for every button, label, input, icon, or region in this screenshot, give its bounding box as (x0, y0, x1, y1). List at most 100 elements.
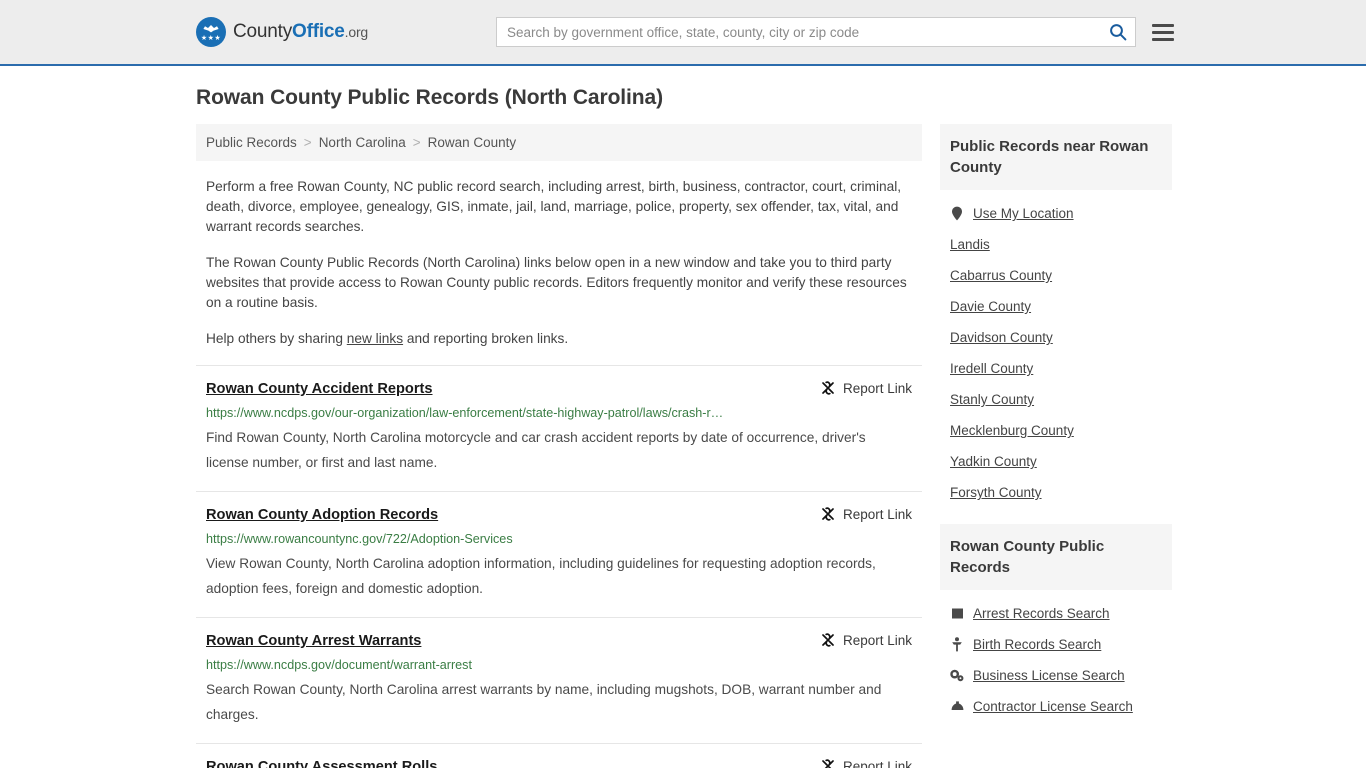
site-logo[interactable]: ★★★ CountyOffice.org (196, 17, 368, 47)
result-header: Rowan County Adoption Records Report Link (206, 506, 912, 525)
nearby-record-link[interactable]: Cabarrus County (950, 260, 1162, 291)
search-button[interactable] (1101, 18, 1135, 46)
nearby-record-label: Cabarrus County (950, 268, 1053, 283)
result-item: Rowan County Arrest Warrants Report Link h… (196, 617, 922, 743)
intro-p3-after: and reporting broken links. (403, 331, 569, 346)
nearby-record-label: Yadkin County (950, 454, 1037, 469)
nearby-record-label: Use My Location (973, 206, 1074, 221)
cogs-icon (950, 669, 964, 682)
nearby-records-list: Use My Location Landis Cabarrus County Davi… (940, 190, 1172, 508)
breadcrumb-item-rowan-county: Rowan County (427, 135, 517, 150)
page-title: Rowan County Public Records (North Carol… (196, 86, 663, 109)
results-list: Rowan County Accident Reports Report Link… (196, 365, 922, 768)
broken-link-icon (822, 759, 834, 768)
breadcrumb-separator: > (303, 135, 312, 150)
site-header: ★★★ CountyOffice.org (0, 0, 1366, 66)
broken-link-icon (822, 381, 834, 395)
nearby-record-link[interactable]: Davidson County (950, 322, 1162, 353)
search-bar (496, 17, 1136, 47)
county-record-link[interactable]: Business License Search (950, 660, 1162, 691)
result-item: Rowan County Assessment Rolls Report Link… (196, 743, 922, 768)
content-columns: Public Records > North Carolina > Rowan … (196, 124, 1366, 768)
result-header: Rowan County Assessment Rolls Report Link (206, 758, 912, 768)
handcuffs-icon (951, 608, 963, 619)
result-header: Rowan County Accident Reports Report Link (206, 380, 912, 399)
intro-text: Perform a free Rowan County, NC public r… (206, 177, 912, 349)
nearby-record-label: Landis (950, 237, 990, 252)
nearby-record-link[interactable]: Mecklenburg County (950, 415, 1162, 446)
county-record-label: Business License Search (973, 668, 1125, 683)
panel-nearby-records: Public Records near Rowan County Use My … (940, 124, 1172, 508)
intro-paragraph-2: The Rowan County Public Records (North C… (206, 255, 907, 310)
nearby-record-link[interactable]: Iredell County (950, 353, 1162, 384)
nearby-record-link[interactable]: Landis (950, 229, 1162, 260)
breadcrumb: Public Records > North Carolina > Rowan … (196, 124, 922, 161)
result-header: Rowan County Arrest Warrants Report Link (206, 632, 912, 651)
eagle-glyph (203, 25, 219, 33)
result-description: Find Rowan County, North Carolina motorc… (206, 430, 866, 470)
result-item: Rowan County Adoption Records Report Link… (196, 491, 922, 617)
result-url[interactable]: https://www.ncdps.gov/our-organization/l… (206, 406, 912, 420)
county-record-label: Birth Records Search (973, 637, 1102, 652)
broken-link-icon (822, 507, 834, 521)
report-link-label: Report Link (842, 758, 912, 768)
report-link-label: Report Link (842, 632, 912, 648)
logo-word-office: Office (292, 21, 345, 42)
map-pin-icon (950, 206, 964, 221)
report-link-button[interactable]: Report Link (820, 506, 912, 522)
nearby-record-link[interactable]: Davie County (950, 291, 1162, 322)
baby-icon (950, 637, 964, 652)
hard-hat-icon (950, 701, 964, 712)
nearby-record-link[interactable]: Use My Location (950, 198, 1162, 229)
nearby-record-label: Davie County (950, 299, 1032, 314)
result-description: View Rowan County, North Carolina adopti… (206, 556, 876, 596)
handcuffs-icon (950, 607, 964, 620)
new-links-link[interactable]: new links (347, 331, 403, 346)
page-body: Rowan County Public Records (North Carol… (0, 66, 1366, 768)
nearby-record-label: Stanly County (950, 392, 1035, 407)
breadcrumb-separator: > (412, 135, 421, 150)
county-record-link[interactable]: Arrest Records Search (950, 598, 1162, 629)
result-title-link[interactable]: Rowan County Arrest Warrants (206, 632, 421, 651)
report-link-button[interactable]: Report Link (820, 380, 912, 396)
hamburger-menu-icon[interactable] (1152, 23, 1174, 41)
county-record-link[interactable]: Birth Records Search (950, 629, 1162, 660)
logo-eagle-icon: ★★★ (196, 17, 226, 47)
result-title-link[interactable]: Rowan County Accident Reports (206, 380, 433, 399)
hard-hat-icon (951, 701, 963, 710)
panel-nearby-title: Public Records near Rowan County (940, 124, 1172, 190)
result-description: Search Rowan County, North Carolina arre… (206, 682, 882, 722)
nearby-record-label: Mecklenburg County (950, 423, 1074, 438)
panel-county-records-title: Rowan County Public Records (940, 524, 1172, 590)
map-pin-icon (952, 206, 962, 221)
report-link-button[interactable]: Report Link (820, 632, 912, 648)
hamburger-bar (1152, 23, 1174, 27)
breadcrumb-item-public-records[interactable]: Public Records (206, 135, 297, 150)
logo-stars-icon: ★★★ (200, 35, 222, 42)
nearby-record-link[interactable]: Yadkin County (950, 446, 1162, 477)
report-link-button[interactable]: Report Link (820, 758, 912, 768)
result-title-link[interactable]: Rowan County Assessment Rolls (206, 758, 437, 768)
result-url[interactable]: https://www.ncdps.gov/document/warrant-a… (206, 658, 912, 672)
nearby-record-label: Iredell County (950, 361, 1034, 376)
report-link-label: Report Link (842, 380, 912, 396)
breadcrumb-item-north-carolina[interactable]: North Carolina (319, 135, 406, 150)
search-icon (1110, 24, 1127, 41)
intro-p3-before: Help others by sharing (206, 331, 347, 346)
panel-county-records: Rowan County Public Records Arrest Recor… (940, 524, 1172, 722)
cogs-icon (950, 669, 964, 682)
intro-paragraph-1: Perform a free Rowan County, NC public r… (206, 179, 902, 234)
result-url[interactable]: https://www.rowancountync.gov/722/Adopti… (206, 532, 912, 546)
nearby-record-link[interactable]: Forsyth County (950, 477, 1162, 508)
result-item: Rowan County Accident Reports Report Link… (196, 365, 922, 491)
county-record-link[interactable]: Contractor License Search (950, 691, 1162, 722)
result-title-link[interactable]: Rowan County Adoption Records (206, 506, 438, 525)
baby-icon (952, 637, 962, 652)
county-record-label: Contractor License Search (973, 699, 1133, 714)
main-column: Public Records > North Carolina > Rowan … (196, 124, 922, 768)
logo-word-county: County (233, 21, 293, 42)
search-input[interactable] (497, 18, 1101, 46)
sidebar: Public Records near Rowan County Use My … (940, 124, 1172, 768)
nearby-record-link[interactable]: Stanly County (950, 384, 1162, 415)
hamburger-bar (1152, 37, 1174, 41)
